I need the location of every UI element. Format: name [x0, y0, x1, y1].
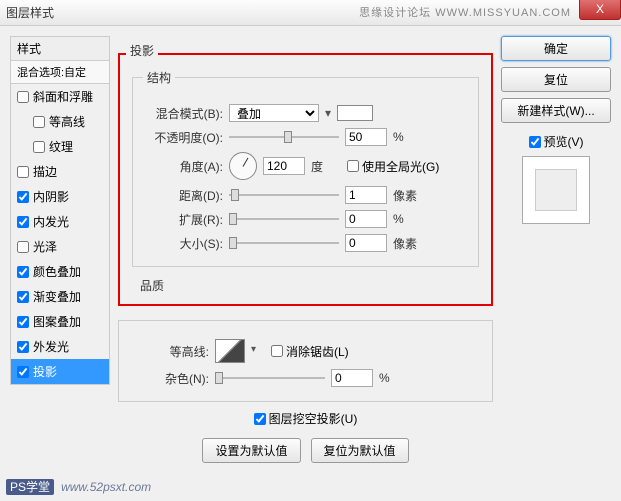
noise-label: 杂色(N):	[129, 370, 209, 387]
style-checkbox[interactable]	[33, 116, 45, 128]
size-slider[interactable]	[229, 236, 339, 250]
style-label: 等高线	[49, 113, 85, 130]
dropdown-icon[interactable]: ▾	[325, 106, 331, 120]
style-label: 渐变叠加	[33, 288, 81, 305]
noise-unit: %	[379, 371, 409, 385]
style-label: 内发光	[33, 213, 69, 230]
angle-dial[interactable]	[229, 152, 257, 180]
preview-thumbnail	[522, 156, 590, 224]
footer-url: www.52psxt.com	[61, 480, 151, 494]
style-item-内阴影[interactable]: 内阴影	[11, 184, 109, 209]
opacity-label: 不透明度(O):	[143, 129, 223, 146]
style-checkbox[interactable]	[17, 266, 29, 278]
style-label: 内阴影	[33, 188, 69, 205]
set-default-button[interactable]: 设置为默认值	[202, 438, 300, 463]
styles-header: 样式	[10, 36, 110, 61]
footer-watermark: PS学堂 www.52psxt.com	[6, 478, 151, 495]
highlight-box: 结构 混合模式(B): 叠加 ▾ 不透明度(O): % 角度(A):	[118, 53, 493, 306]
distance-input[interactable]	[345, 186, 387, 204]
style-item-等高线[interactable]: 等高线	[11, 109, 109, 134]
spread-input[interactable]	[345, 210, 387, 228]
style-label: 描边	[33, 163, 57, 180]
title-bar: 图层样式 思缘设计论坛 WWW.MISSYUAN.COM X	[0, 0, 621, 26]
distance-label: 距离(D):	[143, 187, 223, 204]
window-title: 图层样式	[6, 4, 54, 21]
style-item-纹理[interactable]: 纹理	[11, 134, 109, 159]
new-style-button[interactable]: 新建样式(W)...	[501, 98, 611, 123]
contour-picker[interactable]	[215, 339, 245, 363]
reset-default-button[interactable]: 复位为默认值	[311, 438, 409, 463]
style-item-投影[interactable]: 投影	[11, 359, 109, 384]
spread-slider[interactable]	[229, 212, 339, 226]
angle-input[interactable]	[263, 157, 305, 175]
style-checkbox[interactable]	[17, 91, 29, 103]
style-item-颜色叠加[interactable]: 颜色叠加	[11, 259, 109, 284]
preview-checkbox[interactable]: 预览(V)	[529, 133, 584, 150]
style-item-斜面和浮雕[interactable]: 斜面和浮雕	[11, 84, 109, 109]
size-unit: 像素	[393, 235, 423, 252]
style-checkbox[interactable]	[17, 366, 29, 378]
close-button[interactable]: X	[579, 0, 621, 20]
style-item-内发光[interactable]: 内发光	[11, 209, 109, 234]
style-checkbox[interactable]	[17, 191, 29, 203]
antialias-checkbox[interactable]: 消除锯齿(L)	[271, 343, 349, 360]
style-checkbox[interactable]	[17, 241, 29, 253]
blend-options-item[interactable]: 混合选项:自定	[10, 61, 110, 84]
quality-legend-preview: 品质	[140, 277, 479, 294]
ok-button[interactable]: 确定	[501, 36, 611, 61]
reset-button[interactable]: 复位	[501, 67, 611, 92]
style-label: 斜面和浮雕	[33, 88, 93, 105]
style-checkbox[interactable]	[17, 341, 29, 353]
style-checkbox[interactable]	[17, 216, 29, 228]
contour-label: 等高线:	[129, 343, 209, 360]
quality-group: 等高线: 消除锯齿(L) 杂色(N): %	[118, 320, 493, 402]
angle-label: 角度(A):	[143, 158, 223, 175]
style-checkbox[interactable]	[17, 166, 29, 178]
opacity-slider[interactable]	[229, 130, 339, 144]
shadow-color-swatch[interactable]	[337, 105, 373, 121]
spread-unit: %	[393, 212, 423, 226]
blend-mode-label: 混合模式(B):	[143, 105, 223, 122]
distance-unit: 像素	[393, 187, 423, 204]
opacity-input[interactable]	[345, 128, 387, 146]
global-light-checkbox[interactable]: 使用全局光(G)	[347, 158, 439, 175]
style-item-光泽[interactable]: 光泽	[11, 234, 109, 259]
footer-logo: PS学堂	[6, 479, 54, 495]
styles-list: 斜面和浮雕等高线纹理描边内阴影内发光光泽颜色叠加渐变叠加图案叠加外发光投影	[10, 84, 110, 385]
style-checkbox[interactable]	[17, 291, 29, 303]
style-label: 纹理	[49, 138, 73, 155]
style-checkbox[interactable]	[33, 141, 45, 153]
dialog-buttons-panel: 确定 复位 新建样式(W)... 预览(V)	[501, 36, 611, 466]
blend-mode-select[interactable]: 叠加	[229, 104, 319, 122]
watermark-text: 思缘设计论坛 WWW.MISSYUAN.COM	[359, 4, 571, 20]
noise-input[interactable]	[331, 369, 373, 387]
style-item-图案叠加[interactable]: 图案叠加	[11, 309, 109, 334]
knockout-checkbox[interactable]: 图层挖空投影(U)	[254, 410, 358, 427]
style-label: 光泽	[33, 238, 57, 255]
style-label: 图案叠加	[33, 313, 81, 330]
structure-group: 结构 混合模式(B): 叠加 ▾ 不透明度(O): % 角度(A):	[132, 69, 479, 267]
styles-list-panel: 样式 混合选项:自定 斜面和浮雕等高线纹理描边内阴影内发光光泽颜色叠加渐变叠加图…	[10, 36, 110, 466]
opacity-unit: %	[393, 130, 423, 144]
noise-slider[interactable]	[215, 371, 325, 385]
size-input[interactable]	[345, 234, 387, 252]
structure-legend: 结构	[143, 69, 175, 86]
style-label: 投影	[33, 363, 57, 380]
size-label: 大小(S):	[143, 235, 223, 252]
style-item-外发光[interactable]: 外发光	[11, 334, 109, 359]
angle-unit: 度	[311, 158, 341, 175]
section-title: 投影	[126, 42, 158, 59]
style-item-描边[interactable]: 描边	[11, 159, 109, 184]
settings-panel: 投影 结构 混合模式(B): 叠加 ▾ 不透明度(O): % 角度(A):	[118, 36, 493, 466]
style-item-渐变叠加[interactable]: 渐变叠加	[11, 284, 109, 309]
style-checkbox[interactable]	[17, 316, 29, 328]
spread-label: 扩展(R):	[143, 211, 223, 228]
style-label: 颜色叠加	[33, 263, 81, 280]
distance-slider[interactable]	[229, 188, 339, 202]
style-label: 外发光	[33, 338, 69, 355]
